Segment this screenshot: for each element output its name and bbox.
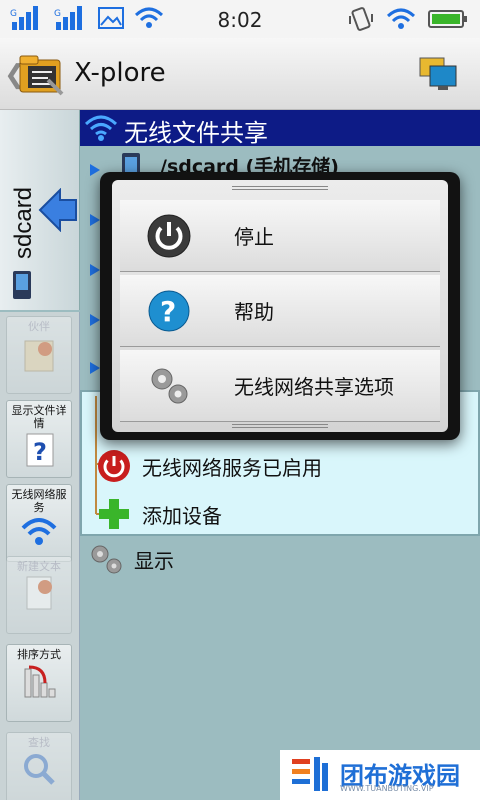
status-bar: G G 8:02 bbox=[0, 0, 480, 38]
toolbar-button-wifi-service[interactable]: 无线网络服务 bbox=[6, 484, 72, 562]
power-icon bbox=[147, 214, 191, 257]
expand-arrow-icon[interactable] bbox=[90, 362, 100, 374]
sort-icon bbox=[24, 665, 56, 698]
toolbar-button-label: 显示文件详情 bbox=[11, 404, 67, 430]
toolbar-button-search[interactable]: 查找 bbox=[6, 732, 72, 800]
popup-bottom-grip bbox=[232, 424, 328, 428]
watermark: 团布游戏园 WWW.TUANBUTING.VIP bbox=[280, 750, 480, 800]
svg-text:?: ? bbox=[160, 295, 176, 328]
context-menu-popup: 停止 ? 帮助 无线网络共享选项 bbox=[100, 172, 460, 440]
toolbar-button-label: 无线网络服务 bbox=[11, 488, 67, 514]
watermark-logo-icon bbox=[292, 757, 328, 791]
wifi-service-status-label: 无线网络服务已启用 bbox=[142, 455, 322, 480]
toolbar-button-sort[interactable]: 排序方式 bbox=[6, 644, 72, 722]
search-icon bbox=[24, 754, 55, 785]
toolbar-button-label: 排序方式 bbox=[17, 648, 61, 661]
toolbar-button-label: 伙伴 bbox=[28, 320, 50, 333]
new-folder-icon bbox=[24, 340, 54, 372]
file-details-icon: ? bbox=[26, 433, 54, 467]
expand-arrow-icon[interactable] bbox=[90, 214, 100, 226]
vibrate-icon bbox=[349, 7, 373, 31]
arrow-left-icon bbox=[38, 188, 77, 232]
app-title: X-plore bbox=[74, 58, 166, 88]
popup-top-grip bbox=[232, 186, 328, 190]
display-row[interactable]: 显示 bbox=[88, 542, 174, 576]
wifi-service-status-row[interactable]: 无线网络服务已启用 bbox=[96, 448, 322, 484]
add-device-row[interactable]: 添加设备 bbox=[96, 496, 222, 532]
new-text-icon bbox=[26, 576, 52, 610]
side-toolbar: 伙伴 显示文件详情 ? 无线网络服务 新建文本 排序方式 查找 bbox=[0, 312, 80, 800]
context-menu: 停止 ? 帮助 无线网络共享选项 bbox=[112, 180, 448, 432]
wifi-icon bbox=[386, 8, 416, 29]
svg-text:?: ? bbox=[33, 438, 47, 466]
sdcard-tab-label: sdcard bbox=[10, 186, 37, 259]
toolbar-button-partner[interactable]: 伙伴 bbox=[6, 316, 72, 394]
menu-item-stop[interactable]: 停止 bbox=[120, 200, 440, 272]
power-icon bbox=[98, 450, 130, 482]
menu-item-label: 停止 bbox=[234, 225, 274, 249]
wifi-icon bbox=[84, 115, 118, 141]
menu-item-wifi-options[interactable]: 无线网络共享选项 bbox=[120, 350, 440, 422]
toolbar-button-label: 新建文本 bbox=[17, 560, 61, 573]
toolbar-button-label: 查找 bbox=[28, 736, 50, 749]
expand-arrow-icon[interactable] bbox=[90, 264, 100, 276]
battery-icon bbox=[428, 10, 467, 28]
wifi-icon bbox=[21, 518, 57, 545]
section-title: 无线文件共享 bbox=[124, 119, 268, 147]
title-bar: ❮ X-plore bbox=[0, 38, 480, 110]
menu-item-label: 帮助 bbox=[234, 300, 274, 324]
add-icon bbox=[99, 499, 129, 529]
toolbar-button-file-details[interactable]: 显示文件详情 ? bbox=[6, 400, 72, 478]
screen-switch-icon[interactable] bbox=[418, 56, 458, 92]
section-header: 无线文件共享 bbox=[80, 110, 480, 147]
expand-arrow-icon[interactable] bbox=[90, 314, 100, 326]
help-icon: ? bbox=[148, 290, 190, 331]
gears-icon bbox=[151, 368, 188, 403]
menu-item-help[interactable]: ? 帮助 bbox=[120, 275, 440, 347]
menu-item-label: 无线网络共享选项 bbox=[234, 375, 394, 399]
gears-icon bbox=[91, 545, 122, 574]
add-device-label: 添加设备 bbox=[142, 503, 222, 528]
display-label: 显示 bbox=[134, 548, 174, 573]
expand-arrow-icon[interactable] bbox=[90, 164, 100, 176]
toolbar-button-new-text[interactable]: 新建文本 bbox=[6, 556, 72, 634]
watermark-subtext: WWW.TUANBUTING.VIP bbox=[340, 784, 434, 793]
app-logo-icon bbox=[19, 55, 64, 96]
status-right-icons bbox=[348, 6, 468, 32]
